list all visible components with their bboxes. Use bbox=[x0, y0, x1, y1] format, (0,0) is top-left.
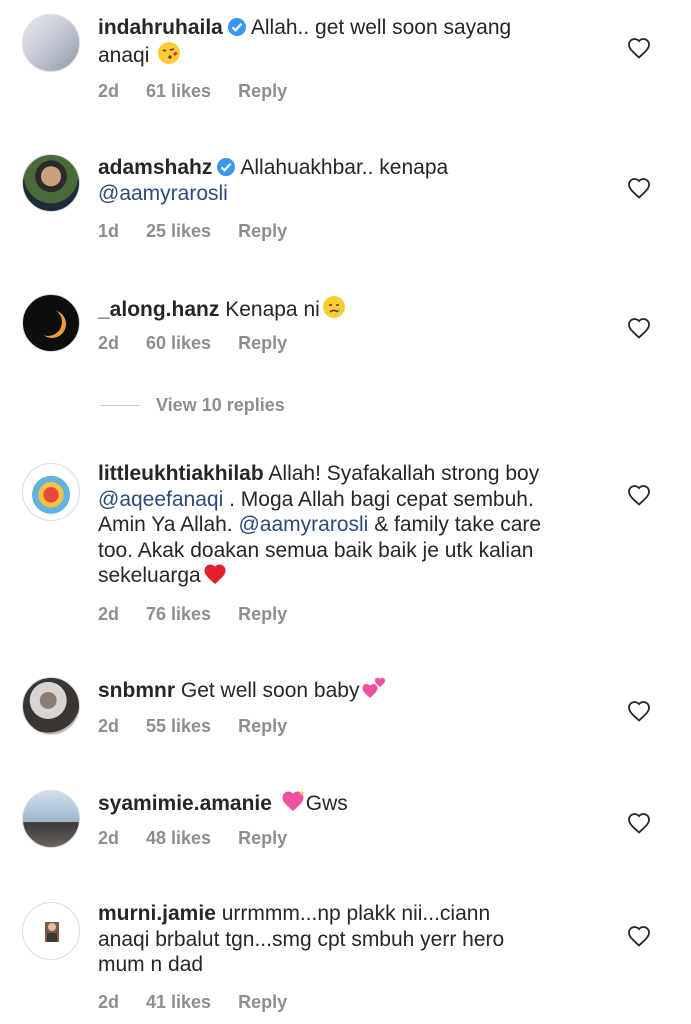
reply-button[interactable]: Reply bbox=[238, 992, 287, 1012]
avatar[interactable] bbox=[22, 463, 80, 521]
timestamp: 1d bbox=[98, 221, 120, 241]
comment-body: indahruhaila Allah.. get well soon sayang… bbox=[98, 15, 603, 68]
person-avatar-icon bbox=[45, 922, 59, 942]
like-heart-icon[interactable] bbox=[627, 700, 651, 722]
view-replies-label: View 10 replies bbox=[156, 395, 285, 415]
likes-count[interactable]: 76 likes bbox=[146, 604, 211, 624]
comment-meta: 2d 55 likes Reply bbox=[98, 716, 314, 737]
comment-text: & family take care bbox=[374, 513, 542, 536]
comment-text: Allah! Syafakallah strong boy bbox=[268, 462, 540, 485]
likes-count[interactable]: 48 likes bbox=[146, 828, 211, 848]
username[interactable]: snbmnr bbox=[98, 679, 175, 702]
timestamp: 2d bbox=[98, 716, 120, 736]
reply-button[interactable]: Reply bbox=[238, 604, 287, 624]
comment-text: Allah.. get well soon sayang bbox=[250, 16, 512, 39]
comment-meta: 2d 60 likes Reply bbox=[98, 333, 314, 354]
reply-button[interactable]: Reply bbox=[238, 221, 287, 241]
avatar[interactable] bbox=[22, 902, 80, 960]
comment-body: murni.jamie urrmmm...np plakk nii...cian… bbox=[98, 901, 603, 978]
comment-meta: 2d 48 likes Reply bbox=[98, 828, 314, 849]
username[interactable]: syamimie.amanie bbox=[98, 792, 272, 815]
mention-link[interactable]: @aamyrarosli bbox=[238, 513, 368, 536]
comment-body: adamshahz Allahuakhbar.. kenapa @aamyraro… bbox=[98, 155, 603, 206]
kissing-heart-emoji-icon bbox=[158, 41, 181, 64]
avatar[interactable] bbox=[22, 14, 80, 72]
timestamp: 2d bbox=[98, 828, 120, 848]
avatar[interactable] bbox=[22, 790, 80, 848]
timestamp: 2d bbox=[98, 604, 120, 624]
comment-text: Kenapa ni bbox=[225, 298, 320, 321]
comment-text: Allahuakhbar.. kenapa bbox=[240, 156, 449, 179]
comment-text: Amin Ya Allah. bbox=[98, 513, 233, 536]
comment-text: . Moga Allah bagi cepat sembuh. bbox=[229, 487, 534, 511]
comment-text: sekeluarga bbox=[98, 564, 201, 587]
likes-count[interactable]: 61 likes bbox=[146, 81, 211, 101]
comment-text-line3: mum n dad bbox=[98, 953, 204, 976]
username[interactable]: indahruhaila bbox=[98, 16, 223, 39]
reply-button[interactable]: Reply bbox=[238, 333, 287, 353]
comment-text-line2: anaqi brbalut tgn...smg cpt smbuh yerr h… bbox=[98, 927, 505, 951]
comment-body: syamimie.amanie Gws bbox=[98, 789, 603, 817]
username[interactable]: littleukhtiakhilab bbox=[98, 462, 264, 485]
comment-body: _along.hanz Kenapa ni bbox=[98, 295, 603, 323]
likes-count[interactable]: 25 likes bbox=[146, 221, 211, 241]
timestamp: 2d bbox=[98, 333, 120, 353]
like-heart-icon[interactable] bbox=[627, 177, 651, 199]
like-heart-icon[interactable] bbox=[627, 925, 651, 947]
reply-button[interactable]: Reply bbox=[238, 828, 287, 848]
verified-badge-icon bbox=[227, 18, 246, 36]
two-hearts-emoji-icon bbox=[362, 677, 386, 698]
like-heart-icon[interactable] bbox=[627, 37, 651, 59]
avatar[interactable] bbox=[22, 154, 80, 212]
comment-text-line2: anaqi bbox=[98, 43, 150, 67]
username[interactable]: murni.jamie bbox=[98, 902, 216, 925]
avatar[interactable] bbox=[22, 294, 80, 352]
comment-meta: 2d 61 likes Reply bbox=[98, 81, 314, 102]
red-heart-emoji-icon bbox=[204, 564, 226, 584]
sparkling-heart-emoji-icon bbox=[282, 790, 305, 811]
likes-count[interactable]: 60 likes bbox=[146, 333, 211, 353]
crying-face-emoji-icon bbox=[322, 296, 345, 318]
avatar[interactable] bbox=[22, 677, 80, 735]
likes-count[interactable]: 41 likes bbox=[146, 992, 211, 1012]
reply-button[interactable]: Reply bbox=[238, 81, 287, 101]
replies-divider bbox=[100, 405, 140, 406]
comment-text: too. Akak doakan semua baik baik je utk … bbox=[98, 538, 534, 562]
comment-meta: 2d 41 likes Reply bbox=[98, 992, 314, 1013]
like-heart-icon[interactable] bbox=[627, 317, 651, 339]
like-heart-icon[interactable] bbox=[627, 484, 651, 506]
timestamp: 2d bbox=[98, 992, 120, 1012]
timestamp: 2d bbox=[98, 81, 120, 101]
comment-meta: 2d 76 likes Reply bbox=[98, 604, 314, 625]
eclipse-avatar-icon bbox=[34, 308, 66, 338]
comment-text: urrmmm...np plakk nii...ciann bbox=[221, 902, 491, 925]
comment-body: littleukhtiakhilab Allah! Syafakallah st… bbox=[98, 461, 603, 589]
username[interactable]: _along.hanz bbox=[98, 298, 219, 321]
comment-text: Get well soon baby bbox=[180, 679, 360, 702]
reply-button[interactable]: Reply bbox=[238, 716, 287, 736]
verified-badge-icon bbox=[217, 158, 236, 176]
mention-link[interactable]: @aqeefanaqi bbox=[98, 488, 223, 511]
comment-meta: 1d 25 likes Reply bbox=[98, 221, 314, 242]
likes-count[interactable]: 55 likes bbox=[146, 716, 211, 736]
comment-body: snbmnr Get well soon baby bbox=[98, 676, 603, 704]
view-replies-button[interactable]: View 10 replies bbox=[100, 395, 285, 416]
like-heart-icon[interactable] bbox=[627, 812, 651, 834]
mention-link[interactable]: @aamyrarosli bbox=[98, 182, 228, 205]
username[interactable]: adamshahz bbox=[98, 156, 212, 179]
comment-text: Gws bbox=[305, 792, 348, 815]
